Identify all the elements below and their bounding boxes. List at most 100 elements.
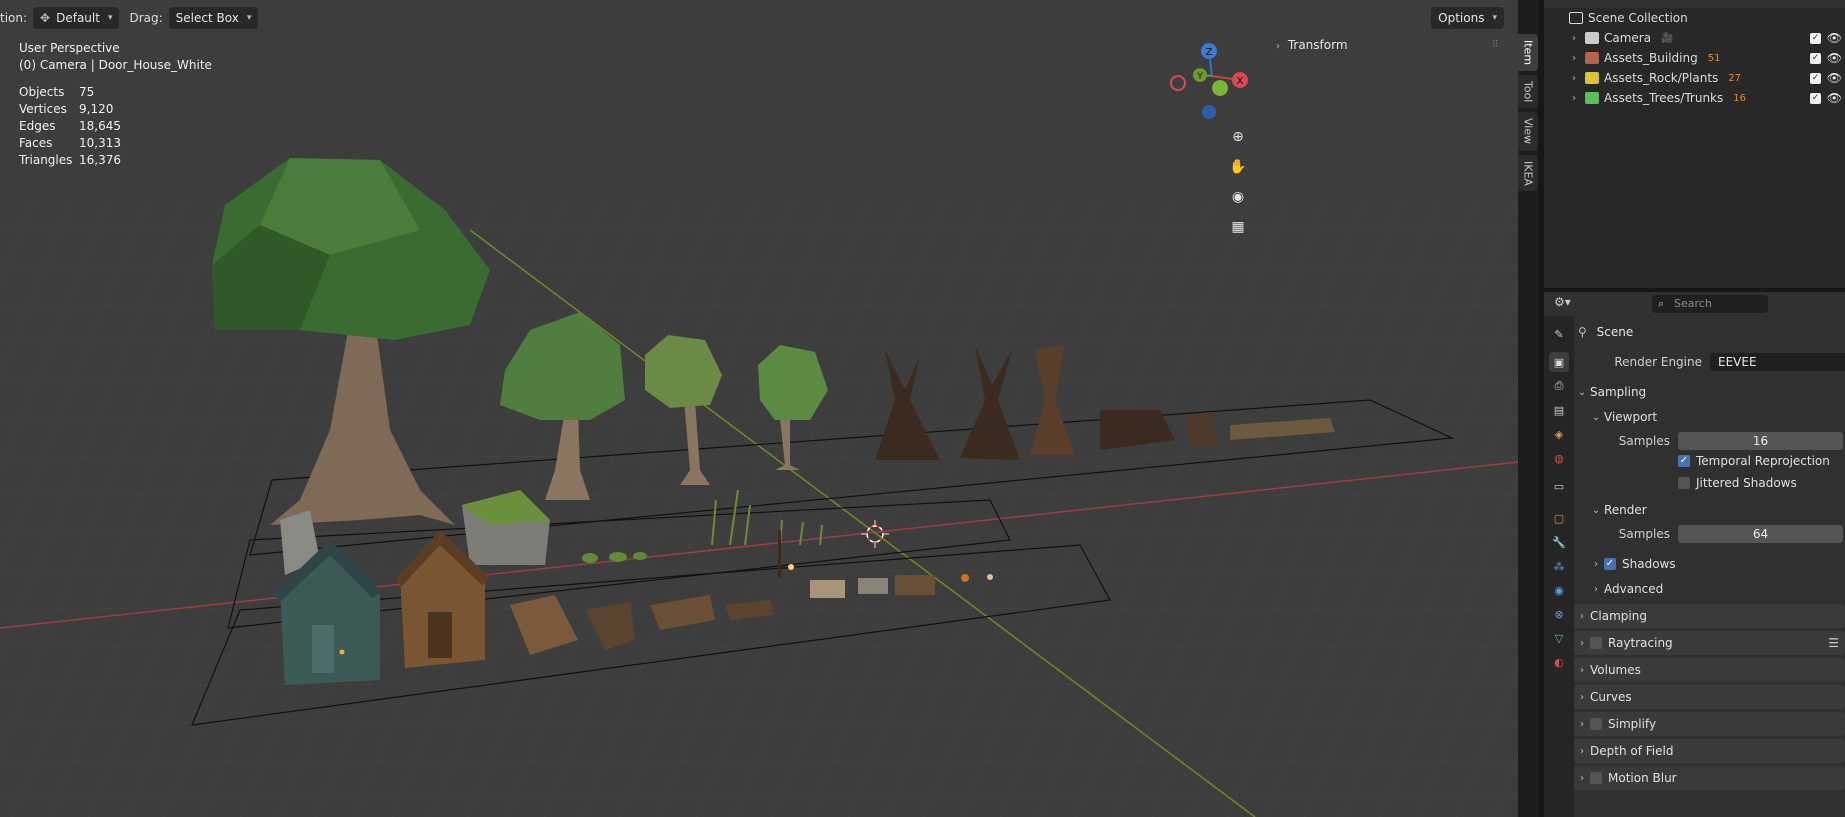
list-icon[interactable]: ☰ <box>1828 636 1839 650</box>
eye-icon[interactable]: 👁 <box>1827 51 1842 65</box>
panel-curves[interactable]: › Curves <box>1574 685 1845 709</box>
properties-header: ⚙▾ ⌕ Search <box>1544 292 1845 316</box>
tab-tool[interactable]: Tool <box>1518 75 1538 109</box>
physics-icon[interactable]: ◉ <box>1549 580 1569 600</box>
viewport-stats-overlay: User Perspective (0) Camera | Door_House… <box>19 40 212 169</box>
render-engine-row: Render Engine EEVEE <box>1574 353 1845 371</box>
world-icon[interactable]: ◍ <box>1549 448 1569 468</box>
expand-arrow-icon[interactable]: › <box>1568 33 1580 44</box>
mesh-count-badge: 51 <box>1707 52 1721 64</box>
stat-row: Triangles 16,376 <box>19 152 212 169</box>
output-icon[interactable]: ⎙ <box>1549 376 1569 396</box>
outliner-item-assets-rock-plants[interactable]: › Assets_Rock/Plants 27 ✓ 👁 <box>1544 68 1845 88</box>
tab-view[interactable]: View <box>1518 112 1538 151</box>
eye-icon[interactable]: 👁 <box>1827 91 1842 105</box>
temporal-reprojection-label: Temporal Reprojection <box>1696 454 1830 468</box>
gizmo-y-neg[interactable] <box>1212 80 1228 96</box>
raytracing-checkbox[interactable] <box>1590 637 1602 649</box>
drag-label: Drag: <box>129 11 163 25</box>
outliner-scene-collection[interactable]: Scene Collection <box>1544 8 1845 28</box>
simplify-checkbox[interactable] <box>1590 718 1602 730</box>
subpanel-advanced[interactable]: › Advanced <box>1588 577 1845 601</box>
sampling-label: Sampling <box>1590 385 1647 399</box>
camera-view-icon[interactable]: ◉ <box>1225 184 1251 210</box>
editor-type-dropdown[interactable]: ⚙▾ <box>1554 295 1571 309</box>
data-icon[interactable]: ▽ <box>1549 628 1569 648</box>
temporal-reprojection-checkbox[interactable]: ✓ Temporal Reprojection <box>1678 454 1830 468</box>
hand-pan-icon[interactable]: ✋ <box>1225 154 1251 180</box>
panel-simplify[interactable]: › Simplify <box>1574 712 1845 736</box>
modifier-icon[interactable]: 🔧 <box>1549 532 1569 552</box>
collection-icon <box>1585 72 1599 84</box>
gizmo-x-label: X <box>1237 76 1244 87</box>
tab-ikea-label: IKEA <box>1521 160 1535 186</box>
viewport-samples-label: Samples <box>1618 434 1670 448</box>
panel-sampling[interactable]: ⌄ Sampling <box>1574 380 1845 404</box>
subpanel-shadows[interactable]: › ✓ Shadows <box>1588 552 1845 576</box>
orientation-dropdown[interactable]: ✥ Default ▾ <box>33 7 120 29</box>
options-button[interactable]: Options ▾ <box>1431 7 1504 29</box>
exclude-checkbox[interactable]: ✓ <box>1810 32 1821 44</box>
view-layer-icon[interactable]: ▤ <box>1549 400 1569 420</box>
scene-icon[interactable]: ◈ <box>1549 424 1569 444</box>
tab-item[interactable]: Item <box>1518 34 1538 72</box>
subpanel-viewport[interactable]: ⌄ Viewport <box>1588 405 1845 429</box>
render-engine-dropdown[interactable]: EEVEE <box>1710 353 1845 371</box>
drag-dropdown[interactable]: Select Box ▾ <box>168 7 259 29</box>
material-icon[interactable]: ◐ <box>1549 652 1569 672</box>
chevron-right-icon: › <box>1594 558 1598 570</box>
eye-icon[interactable]: 👁 <box>1827 31 1842 45</box>
exclude-checkbox[interactable]: ✓ <box>1810 92 1821 104</box>
checkbox-checked-icon: ✓ <box>1678 455 1690 467</box>
tab-ikea[interactable]: IKEA <box>1518 154 1538 192</box>
panel-depth-of-field[interactable]: › Depth of Field <box>1574 739 1845 763</box>
outliner-item-assets-trees-trunks[interactable]: › Assets_Trees/Trunks 16 ✓ 👁 <box>1544 88 1845 108</box>
chevron-right-icon: › <box>1594 583 1598 595</box>
viewport-scene[interactable]: Z X Y <box>0 0 1518 817</box>
chevron-right-icon: › <box>1580 745 1584 757</box>
exclude-checkbox[interactable]: ✓ <box>1810 52 1821 64</box>
viewport-samples-field[interactable]: 16 <box>1678 432 1843 450</box>
subpanel-render[interactable]: ⌄ Render <box>1588 498 1845 522</box>
panel-raytracing[interactable]: › Raytracing ☰ <box>1574 631 1845 655</box>
panel-motion-blur[interactable]: › Motion Blur <box>1574 766 1845 790</box>
grip-icon[interactable]: ⠿ <box>1492 40 1499 50</box>
simplify-label: Simplify <box>1608 717 1657 731</box>
render-icon[interactable]: ▣ <box>1549 352 1569 372</box>
gizmo-z-neg[interactable] <box>1202 105 1216 119</box>
3d-viewport[interactable]: Z X Y tion: ✥ Default ▾ Drag: Select Box… <box>0 0 1518 817</box>
jittered-shadows-label: Jittered Shadows <box>1696 476 1797 490</box>
tab-view-label: View <box>1521 118 1535 145</box>
outliner-item-camera[interactable]: › Camera 🎥 ✓ 👁 <box>1544 28 1845 48</box>
panel-clamping[interactable]: › Clamping <box>1574 604 1845 628</box>
properties-search-input[interactable]: ⌕ Search <box>1652 295 1768 313</box>
stat-label: Vertices <box>19 102 67 116</box>
chevron-right-icon: › <box>1580 691 1584 703</box>
expand-arrow-icon[interactable]: › <box>1568 73 1580 84</box>
zoom-icon[interactable]: ⊕ <box>1225 124 1251 150</box>
collection-icon[interactable]: ▭ <box>1549 476 1569 496</box>
camera-object-icon: 🎥 <box>1661 32 1674 44</box>
object-icon[interactable]: ▢ <box>1549 508 1569 528</box>
depth-of-field-label: Depth of Field <box>1590 744 1674 758</box>
outliner-item-assets-building[interactable]: › Assets_Building 51 ✓ 👁 <box>1544 48 1845 68</box>
render-samples-field[interactable]: 64 <box>1678 525 1843 543</box>
shadows-checkbox[interactable]: ✓ <box>1604 558 1616 570</box>
expand-arrow-icon[interactable]: › <box>1568 93 1580 104</box>
chevron-right-icon: › <box>1276 41 1280 52</box>
tool-icon[interactable]: ✎ <box>1549 324 1569 344</box>
eye-icon[interactable]: 👁 <box>1827 71 1842 85</box>
motion-blur-checkbox[interactable] <box>1590 772 1602 784</box>
render-engine-label: Render Engine <box>1614 355 1702 369</box>
particles-icon[interactable]: ⁂ <box>1549 556 1569 576</box>
exclude-checkbox[interactable]: ✓ <box>1810 72 1821 84</box>
expand-arrow-icon[interactable]: › <box>1568 53 1580 64</box>
chevron-right-icon: › <box>1580 664 1584 676</box>
transform-panel-header[interactable]: › Transform <box>1276 38 1348 52</box>
panel-volumes[interactable]: › Volumes <box>1574 658 1845 682</box>
constraints-icon[interactable]: ⊗ <box>1549 604 1569 624</box>
stat-row: Vertices 9,120 <box>19 101 212 118</box>
grid-ortho-icon[interactable]: ▦ <box>1225 214 1251 240</box>
jittered-shadows-checkbox[interactable]: Jittered Shadows <box>1678 476 1797 490</box>
stat-row: Faces 10,313 <box>19 135 212 152</box>
